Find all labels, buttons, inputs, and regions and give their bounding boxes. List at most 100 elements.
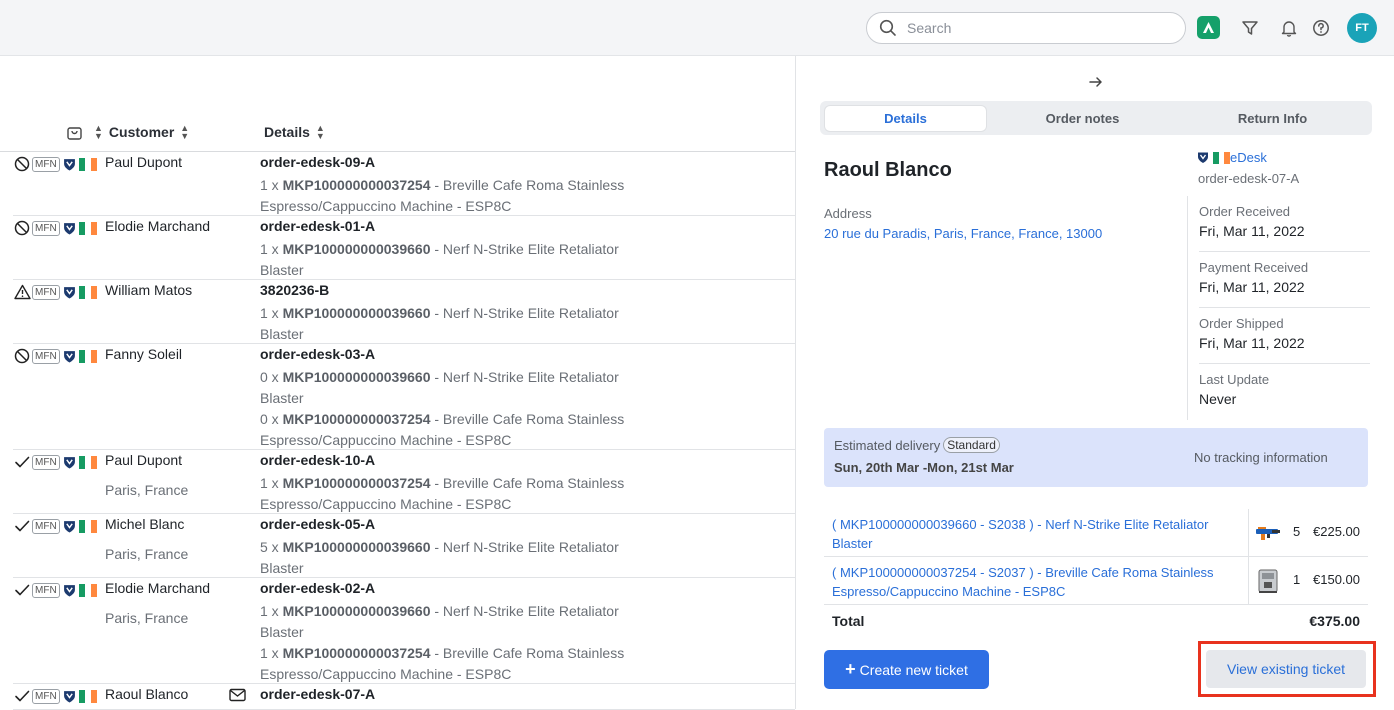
customer-name[interactable]: Paul Dupont (105, 452, 182, 468)
order-line-cont: Espresso/Cappuccino Machine - ESP8C (260, 432, 512, 448)
delivery-estimate: Estimated delivery Standard Sun, 20th Mar… (824, 428, 1368, 487)
table-row[interactable]: MFN Michel Blanc Paris, France order-edesk-… (13, 514, 795, 578)
table-row[interactable]: MFN Fanny Soleil order-edesk-03-A 0 x MKP10… (13, 344, 795, 450)
ireland-flag-icon (78, 455, 97, 469)
details-column-header[interactable]: Details ▲ ▼ (264, 124, 325, 141)
arrow-right-icon[interactable] (1088, 74, 1104, 95)
order-details: order-edesk-03-A 0 x MKP100000000039660 -… (260, 346, 790, 451)
item-price: €150.00 (1313, 572, 1360, 587)
filter-icon[interactable] (1236, 14, 1264, 42)
user-avatar[interactable]: FT (1347, 13, 1377, 43)
order-rows: MFN Paul Dupont order-edesk-09-A 1 x MKP100… (13, 152, 795, 710)
help-icon[interactable] (1307, 14, 1335, 42)
order-id[interactable]: order-edesk-09-A (260, 154, 790, 175)
table-row[interactable]: MFN Paul Dupont order-edesk-09-A 1 x MKP100… (13, 152, 795, 216)
shield-icon (63, 690, 75, 702)
app-icon[interactable] (1197, 16, 1220, 39)
channel-badge: MFN (32, 688, 60, 704)
order-item: ( MKP100000000037254 - S2037 ) - Brevill… (824, 557, 1368, 605)
view-existing-ticket-button[interactable]: View existing ticket (1206, 650, 1366, 688)
search-box[interactable] (866, 12, 1186, 44)
order-line: 1 x MKP100000000037254 - Breville Cafe R… (260, 177, 625, 193)
row-icons: MFN (13, 518, 97, 534)
order-line: 1 x MKP100000000037254 - Breville Cafe R… (260, 645, 625, 661)
customer-name[interactable]: Elodie Marchand (105, 580, 210, 596)
espresso-machine-thumbnail (1254, 567, 1282, 595)
search-input[interactable] (907, 20, 1157, 36)
bell-icon[interactable] (1275, 14, 1303, 42)
shipping-method-badge: Standard (943, 437, 1000, 453)
create-new-ticket-button[interactable]: + Create new ticket (824, 650, 989, 689)
sku: MKP100000000039660 (282, 603, 431, 619)
order-id[interactable]: order-edesk-05-A (260, 516, 790, 537)
table-row[interactable]: MFN Paul Dupont Paris, France order-edesk-1… (13, 450, 795, 514)
orders-list: ▲ ▼ Customer ▲ ▼ Details ▲ ▼ MFN Paul Dupont… (0, 56, 795, 710)
row-icons: MFN (13, 454, 97, 470)
channel-name[interactable]: eDesk (1230, 150, 1267, 165)
sku: MKP100000000039660 (282, 241, 431, 257)
order-details-panel: Details Order notes Return Info Raoul Bl… (795, 56, 1394, 709)
channel-link[interactable]: eDesk (1197, 150, 1267, 165)
order-line-cont: Blaster (260, 624, 304, 640)
order-id[interactable]: order-edesk-02-A (260, 580, 790, 601)
customer-name: Raoul Blanco (824, 159, 952, 181)
order-line-cont: Espresso/Cappuccino Machine - ESP8C (260, 496, 512, 512)
item-quantity: 5 (1293, 524, 1301, 539)
item-link[interactable]: ( MKP100000000039660 - S2038 ) - Nerf N-… (832, 515, 1244, 553)
row-icons: MFN (13, 348, 97, 364)
order-id[interactable]: order-edesk-10-A (260, 452, 790, 473)
sku: MKP100000000037254 (282, 177, 431, 193)
address-label: Address (824, 206, 872, 221)
channel-badge: MFN (32, 454, 60, 470)
sku: MKP100000000039660 (282, 539, 431, 555)
tab-order-notes[interactable]: Order notes (1000, 106, 1165, 131)
order-id[interactable]: order-edesk-07-A (260, 686, 790, 707)
checkmark-icon (13, 687, 31, 705)
customer-name[interactable]: William Matos (105, 282, 192, 298)
mail-icon[interactable] (229, 688, 246, 705)
order-dates: Order Received Fri, Mar 11, 2022 Payment… (1187, 196, 1370, 420)
tracking-info: No tracking information (1194, 450, 1328, 465)
order-id[interactable]: 3820236-B (260, 282, 790, 303)
order-id[interactable]: order-edesk-01-A (260, 218, 790, 239)
total-value: €375.00 (1309, 613, 1360, 629)
ireland-flag-icon (78, 221, 97, 235)
table-row[interactable]: MFN Elodie Marchand order-edesk-01-A 1 x MK… (13, 216, 795, 280)
order-line-cont: Blaster (260, 262, 304, 278)
sort-icon: ▲ ▼ (94, 123, 103, 141)
tab-return-info[interactable]: Return Info (1190, 106, 1355, 131)
customer-name[interactable]: Raoul Blanco (105, 686, 188, 702)
ireland-flag-icon (78, 519, 97, 533)
table-row[interactable]: MFN Raoul Blanco order-edesk-07-A (13, 684, 795, 710)
customer-name[interactable]: Paul Dupont (105, 154, 182, 170)
shield-icon (63, 350, 75, 362)
customer-name[interactable]: Fanny Soleil (105, 346, 182, 362)
customer-column-header[interactable]: ▲ ▼ Customer ▲ ▼ (94, 123, 189, 141)
checkmark-icon (13, 453, 31, 471)
sku: MKP100000000039660 (282, 305, 431, 321)
shield-icon (63, 584, 75, 596)
order-line-cont: Blaster (260, 560, 304, 576)
table-row[interactable]: MFN William Matos 3820236-B 1 x MKP10000000… (13, 280, 795, 344)
order-line: 5 x MKP100000000039660 - Nerf N-Strike E… (260, 539, 619, 555)
order-line: 1 x MKP100000000037254 - Breville Cafe R… (260, 475, 625, 491)
row-icons: MFN (13, 284, 97, 300)
order-line-cont: Blaster (260, 326, 304, 342)
tab-details[interactable]: Details (825, 106, 986, 131)
channel-badge: MFN (32, 220, 60, 236)
shield-icon (63, 456, 75, 468)
item-link[interactable]: ( MKP100000000037254 - S2037 ) - Brevill… (832, 563, 1244, 601)
order-details: order-edesk-01-A 1 x MKP100000000039660 -… (260, 218, 790, 281)
address-link[interactable]: 20 rue du Paradis, Paris, France, France… (824, 226, 1102, 241)
customer-name[interactable]: Elodie Marchand (105, 218, 210, 234)
blocked-icon (13, 347, 31, 365)
customer-name[interactable]: Michel Blanc (105, 516, 184, 532)
row-icons: MFN (13, 156, 97, 172)
checkmark-icon (13, 581, 31, 599)
search-icon (879, 19, 896, 36)
order-id[interactable]: order-edesk-03-A (260, 346, 790, 367)
order-details: order-edesk-07-A (260, 686, 790, 707)
order-line: 1 x MKP100000000039660 - Nerf N-Strike E… (260, 241, 619, 257)
table-row[interactable]: MFN Elodie Marchand Paris, France order-ede… (13, 578, 795, 684)
warning-icon (13, 283, 31, 301)
